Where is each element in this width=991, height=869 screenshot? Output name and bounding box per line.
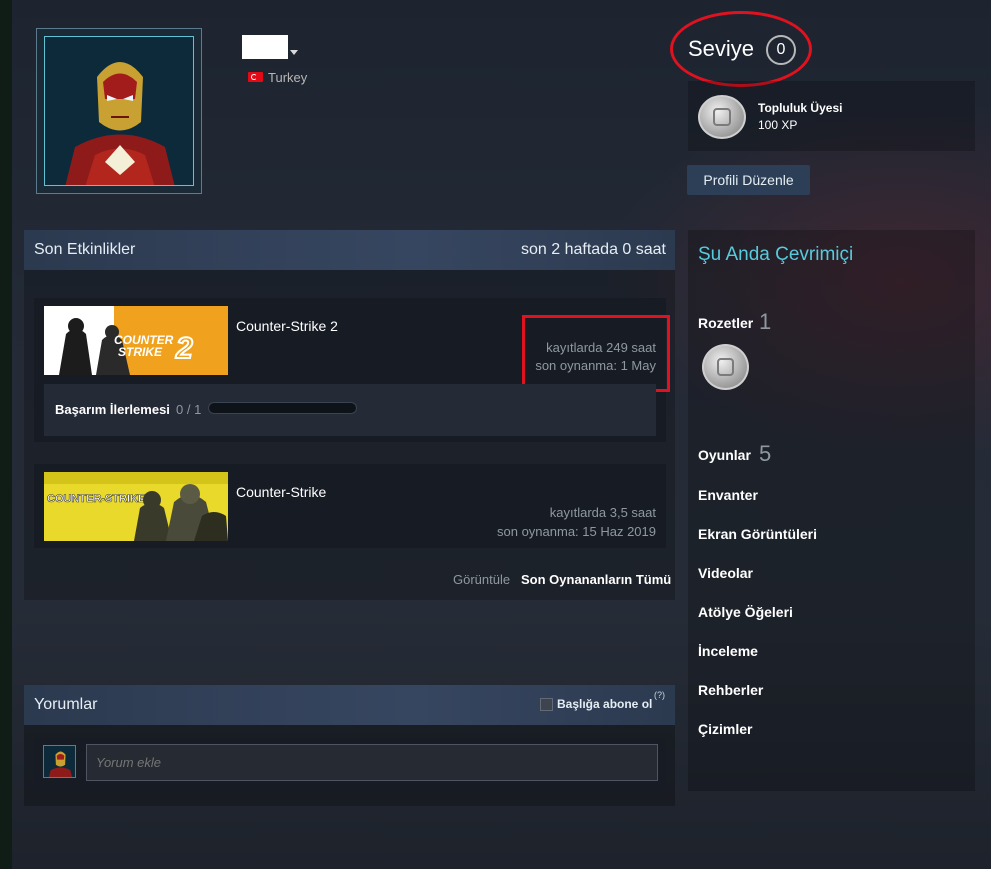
badges-count[interactable]: 1 [759, 309, 771, 335]
comment-input[interactable] [86, 744, 658, 781]
profile-avatar[interactable] [36, 28, 202, 194]
level-highlight-circle [670, 11, 812, 87]
comments-title: Yorumlar [34, 696, 98, 713]
game-banner-cs[interactable]: COUNTER-STRIKE [44, 472, 228, 541]
help-icon[interactable]: (?) [654, 690, 665, 700]
view-all-label: Görüntüle [453, 572, 511, 587]
recent-activity-title[interactable]: Son Etkinlikler [34, 241, 135, 259]
subscribe-label[interactable]: Başlığa abone ol [557, 697, 652, 711]
community-badge-icon [698, 95, 746, 139]
left-edge-strip [0, 0, 12, 869]
profile-name[interactable] [242, 35, 288, 59]
badge-name: Topluluk Üyesi [758, 101, 843, 115]
badge-xp: 100 XP [758, 118, 798, 132]
community-badge-icon[interactable] [702, 344, 749, 390]
subscribe-checkbox[interactable] [540, 698, 553, 711]
achievement-label: Başarım İlerlemesi [55, 402, 170, 417]
sidebar-item-workshop[interactable]: Atölye Öğeleri [698, 604, 793, 620]
game-hours-cs: kayıtlarda 3,5 saat [549, 505, 656, 520]
sidebar-item-reviews[interactable]: İnceleme [698, 643, 758, 659]
games-count[interactable]: 5 [759, 441, 771, 467]
dropdown-caret-icon[interactable] [290, 50, 298, 55]
profile-country: Turkey [268, 70, 308, 85]
edit-profile-button[interactable]: Profili Düzenle [687, 165, 810, 195]
game-title-cs[interactable]: Counter-Strike [236, 484, 326, 500]
recent-playtime-summary: son 2 haftada 0 saat [521, 241, 666, 258]
sidebar-item-inventory[interactable]: Envanter [698, 487, 758, 503]
achievement-count: 0 / 1 [176, 402, 202, 417]
sidebar-item-badges[interactable]: Rozetler [698, 315, 753, 331]
svg-text:STRIKE: STRIKE [118, 345, 163, 359]
view-all-recent-link[interactable]: Son Oynananların Tümü [521, 572, 671, 587]
game-banner-cs2[interactable]: COUNTER STRIKE 2 [44, 306, 228, 375]
game-last-played-cs: son oynanma: 15 Haz 2019 [497, 524, 656, 539]
sidebar-item-screenshots[interactable]: Ekran Görüntüleri [698, 526, 817, 542]
svg-text:2: 2 [175, 332, 193, 365]
sidebar-item-videos[interactable]: Videolar [698, 565, 753, 581]
online-status: Şu Anda Çevrimiçi [698, 244, 854, 265]
game-title-cs2[interactable]: Counter-Strike 2 [236, 318, 338, 334]
commenter-avatar [43, 745, 76, 778]
svg-text:COUNTER-STRIKE: COUNTER-STRIKE [47, 493, 145, 505]
sidebar-item-artwork[interactable]: Çizimler [698, 721, 752, 737]
avatar-image [44, 36, 194, 186]
sidebar-item-guides[interactable]: Rehberler [698, 682, 763, 698]
achievement-progress-bar [208, 402, 357, 414]
turkey-flag-icon [248, 72, 263, 82]
playtime-highlight-box [522, 315, 670, 392]
sidebar-item-games[interactable]: Oyunlar [698, 447, 751, 463]
